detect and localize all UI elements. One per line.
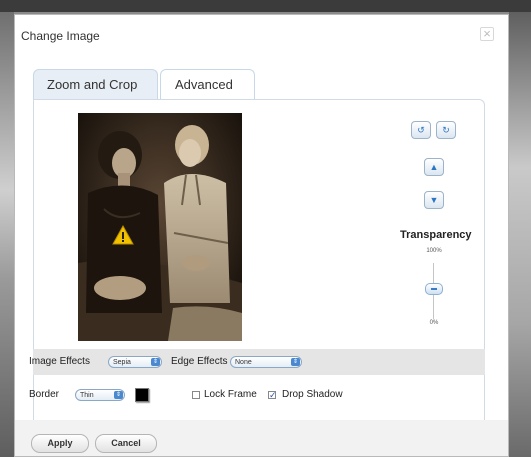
chevron-updown-icon: ⇕ <box>114 391 123 399</box>
lock-frame-label: Lock Frame <box>204 389 257 400</box>
chevron-updown-icon: ⇕ <box>291 358 300 366</box>
border-label: Border <box>29 389 60 400</box>
lock-frame-checkbox[interactable] <box>192 391 200 399</box>
arrow-down-icon: ▼ <box>429 195 439 205</box>
border-value: Thin <box>80 392 94 399</box>
dialog-title: Change Image <box>21 29 100 43</box>
image-preview[interactable] <box>78 113 242 341</box>
image-effects-value: Sepia <box>113 359 131 366</box>
dialog-footer <box>15 420 508 456</box>
edge-effects-label: Edge Effects <box>171 356 228 367</box>
change-image-dialog: Change Image × Zoom and Crop Advanced ↺ … <box>14 14 509 457</box>
background-top-bar <box>0 0 531 12</box>
background-left-strip <box>0 12 14 457</box>
tab-zoom-and-crop[interactable]: Zoom and Crop <box>33 69 158 99</box>
border-color-swatch[interactable] <box>135 388 149 402</box>
background-right-strip <box>509 12 531 457</box>
cancel-button[interactable]: Cancel <box>95 434 157 453</box>
transparency-label: Transparency <box>400 229 472 241</box>
warning-icon <box>112 225 134 245</box>
drop-shadow-label: Drop Shadow <box>282 389 343 400</box>
image-effects-label: Image Effects <box>29 356 90 367</box>
drop-shadow-checkbox[interactable]: ✓ <box>268 390 277 400</box>
rotate-right-icon: ↻ <box>442 125 450 135</box>
bring-forward-button[interactable]: ▲ <box>424 158 444 176</box>
transparency-slider-thumb[interactable] <box>425 283 443 295</box>
edge-effects-value: None <box>235 359 252 366</box>
rotate-left-button[interactable]: ↺ <box>411 121 431 139</box>
close-icon[interactable]: × <box>480 27 494 41</box>
transparency-max-label: 100% <box>426 248 442 254</box>
checkmark-icon: ✓ <box>269 390 277 400</box>
rotate-right-button[interactable]: ↻ <box>436 121 456 139</box>
apply-button[interactable]: Apply <box>31 434 89 453</box>
border-select[interactable]: Thin ⇕ <box>75 389 125 401</box>
send-backward-button[interactable]: ▼ <box>424 191 444 209</box>
rotate-left-icon: ↺ <box>417 125 425 135</box>
image-effects-select[interactable]: Sepia ⇕ <box>108 356 162 368</box>
tab-advanced[interactable]: Advanced <box>160 69 255 99</box>
chevron-updown-icon: ⇕ <box>151 358 160 366</box>
sepia-photo <box>78 113 242 341</box>
arrow-up-icon: ▲ <box>429 162 439 172</box>
transparency-min-label: 0% <box>429 320 439 326</box>
edge-effects-select[interactable]: None ⇕ <box>230 356 302 368</box>
